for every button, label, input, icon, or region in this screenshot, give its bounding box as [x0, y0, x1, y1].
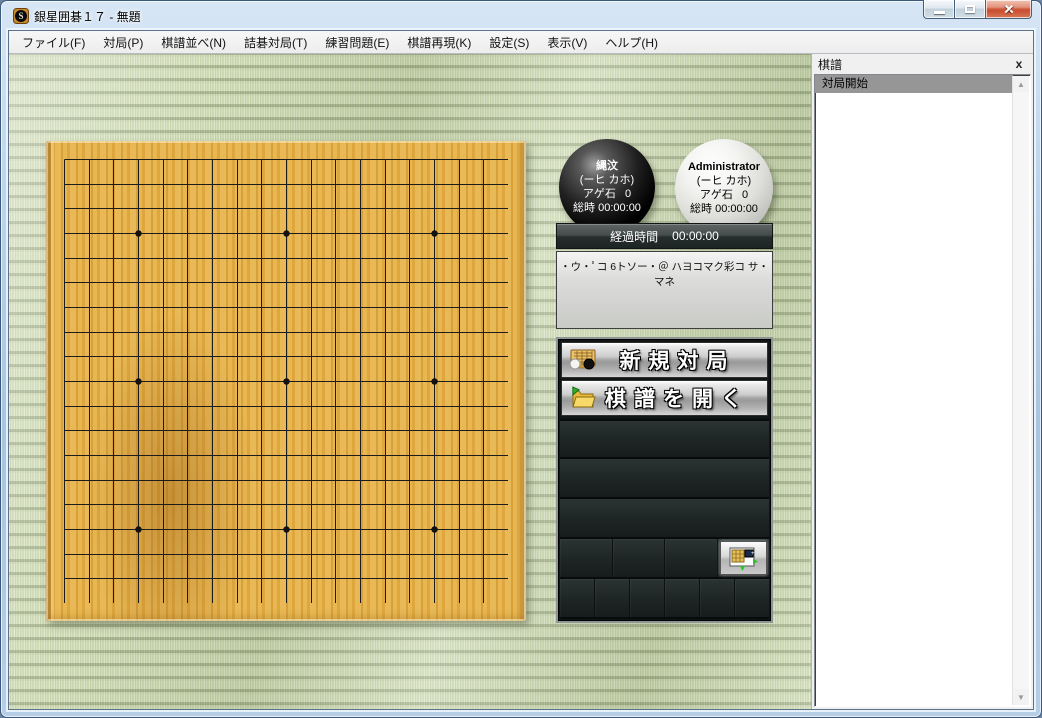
action-panel: 新規対局 棋譜を開く	[556, 337, 773, 623]
menu-item[interactable]: 表示(V)	[538, 31, 596, 54]
new-game-button[interactable]: 新規対局	[561, 342, 768, 378]
star-point	[135, 378, 141, 384]
empty-slot	[665, 579, 700, 617]
board-grid	[64, 159, 508, 603]
star-point	[431, 378, 437, 384]
star-point	[431, 526, 437, 532]
board-transfer-icon: +	[728, 545, 758, 571]
app-window: S 銀星囲碁１７ - 無題 ファイル(F)対局(P)棋譜並べ(N)詰碁対局(T)…	[0, 0, 1042, 718]
menu-item[interactable]: ヘルプ(H)	[596, 31, 667, 54]
maximize-button[interactable]	[954, 0, 985, 19]
open-record-button[interactable]: 棋譜を開く	[561, 380, 768, 416]
star-point	[283, 378, 289, 384]
svg-text:+: +	[751, 551, 755, 557]
star-point	[283, 526, 289, 532]
kifu-panel: 棋譜 x 対局開始 ▲ ▼	[811, 54, 1033, 709]
menu-item[interactable]: 棋譜再現(K)	[398, 31, 480, 54]
empty-slot	[613, 539, 666, 577]
new-game-label: 新規対局	[602, 345, 767, 375]
white-captures: アゲ石 0	[700, 188, 748, 202]
white-player-name: Administrator	[688, 160, 760, 174]
elapsed-time-bar: 経過時間 00:00:00	[556, 223, 773, 249]
empty-slot-row	[560, 499, 769, 539]
bottom-slot-row	[560, 579, 769, 619]
maximize-icon	[965, 5, 975, 13]
content: 縄汶 (ーヒ カホ) アゲ石 0 総時 00:00:00 Administrat…	[9, 54, 1033, 709]
folder-open-icon	[562, 385, 602, 411]
empty-slot	[735, 579, 769, 617]
minimize-icon	[934, 11, 945, 14]
window-controls	[923, 0, 1032, 19]
goban-icon	[562, 347, 602, 373]
menu-item[interactable]: 練習問題(E)	[316, 31, 398, 54]
close-button[interactable]	[985, 0, 1032, 19]
message-text: ・ウ・ﾟコ 6トソー・＠ ハヨコマク彩コ サ・マネ	[560, 261, 769, 288]
kifu-panel-header: 棋譜 x	[812, 54, 1033, 74]
scroll-up-icon[interactable]: ▲	[1013, 76, 1029, 92]
star-point	[283, 230, 289, 236]
board-transfer-slot: +	[718, 539, 770, 577]
empty-slot	[595, 579, 630, 617]
empty-slot-row	[560, 459, 769, 499]
menu-item[interactable]: 設定(S)	[480, 31, 538, 54]
menu-bar: ファイル(F)対局(P)棋譜並べ(N)詰碁対局(T)練習問題(E)棋譜再現(K)…	[9, 31, 1033, 54]
svg-text:S: S	[18, 11, 23, 21]
kifu-panel-title: 棋譜	[818, 56, 1011, 73]
menu-item[interactable]: 詰碁対局(T)	[235, 31, 316, 54]
scroll-down-icon[interactable]: ▼	[1013, 689, 1029, 705]
empty-slot	[665, 539, 718, 577]
open-record-label: 棋譜を開く	[602, 383, 767, 413]
star-point	[135, 526, 141, 532]
empty-slot-row	[560, 419, 769, 459]
kifu-close-icon[interactable]: x	[1011, 57, 1027, 71]
go-board[interactable]	[46, 141, 526, 621]
app-icon: S	[13, 8, 29, 24]
black-player-info: 縄汶 (ーヒ カホ) アゲ石 0 総時 00:00:00	[559, 139, 655, 235]
board-transfer-button[interactable]: +	[720, 541, 768, 575]
playfield: 縄汶 (ーヒ カホ) アゲ石 0 総時 00:00:00 Administrat…	[9, 54, 811, 709]
minimize-button[interactable]	[923, 0, 954, 19]
titlebar: S 銀星囲碁１７ - 無題	[1, 1, 1041, 31]
star-point	[135, 230, 141, 236]
black-captures: アゲ石 0	[583, 187, 631, 201]
star-point	[431, 230, 437, 236]
menu-item[interactable]: 対局(P)	[94, 31, 152, 54]
kifu-scrollbar[interactable]: ▲ ▼	[1012, 76, 1029, 705]
message-box: ・ウ・ﾟコ 6トソー・＠ ハヨコマク彩コ サ・マネ	[556, 251, 773, 329]
empty-slot	[560, 579, 595, 617]
black-player-sub: (ーヒ カホ)	[580, 173, 634, 187]
kifu-list-item[interactable]: 対局開始	[815, 75, 1013, 93]
empty-slot	[700, 579, 735, 617]
black-player-name: 縄汶	[596, 159, 618, 173]
window-title: 銀星囲碁１７ - 無題	[34, 8, 141, 25]
elapsed-value: 00:00:00	[672, 229, 719, 243]
client-area: ファイル(F)対局(P)棋譜並べ(N)詰碁対局(T)練習問題(E)棋譜再現(K)…	[9, 31, 1033, 709]
menu-item[interactable]: 棋譜並べ(N)	[152, 31, 235, 54]
white-total-time: 総時 00:00:00	[690, 202, 758, 216]
kifu-items: 対局開始	[815, 75, 1030, 93]
menu-item[interactable]: ファイル(F)	[13, 31, 94, 54]
empty-slot	[560, 539, 613, 577]
elapsed-label: 経過時間	[610, 228, 658, 245]
kifu-move-list[interactable]: 対局開始 ▲ ▼	[814, 74, 1031, 707]
black-total-time: 総時 00:00:00	[573, 201, 641, 215]
white-player-sub: (ーヒ カホ)	[697, 174, 751, 188]
empty-slot	[630, 579, 665, 617]
close-icon	[1003, 3, 1015, 15]
tool-slot-row: +	[560, 539, 769, 579]
